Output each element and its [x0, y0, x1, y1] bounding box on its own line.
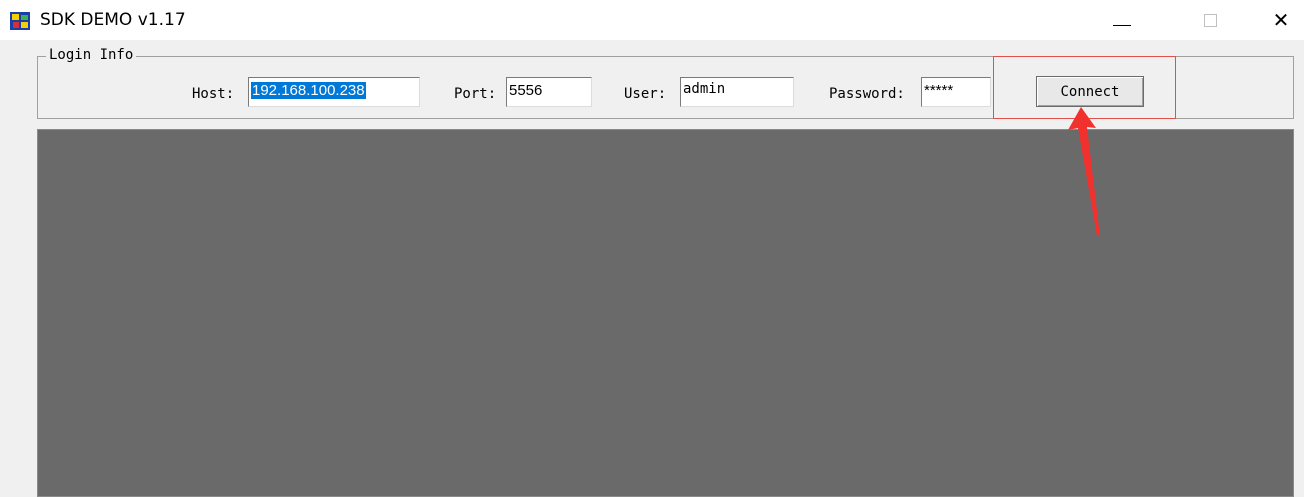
- window-title: SDK DEMO v1.17: [40, 10, 186, 30]
- close-icon: ✕: [1272, 8, 1290, 32]
- video-display-area[interactable]: [37, 129, 1294, 497]
- host-value: 192.168.100.238: [251, 82, 366, 99]
- password-value: *****: [924, 82, 954, 99]
- maximize-icon: [1203, 13, 1217, 27]
- connect-button[interactable]: Connect: [1036, 76, 1144, 107]
- window-edge: [0, 40, 8, 497]
- port-input[interactable]: 5556: [506, 77, 592, 107]
- password-input[interactable]: *****: [921, 77, 991, 107]
- user-input[interactable]: admin: [680, 77, 794, 107]
- minimize-icon: [1113, 24, 1131, 26]
- app-logo-icon: [10, 12, 30, 30]
- maximize-button[interactable]: [1187, 0, 1233, 40]
- password-label: Password:: [829, 86, 905, 102]
- port-value: 5556: [509, 82, 543, 99]
- host-input[interactable]: 192.168.100.238: [248, 77, 420, 107]
- host-label: Host:: [192, 86, 235, 102]
- close-button[interactable]: ✕: [1258, 0, 1304, 40]
- minimize-button[interactable]: [1099, 0, 1145, 40]
- login-info-legend: Login Info: [46, 47, 137, 63]
- user-label: User:: [624, 86, 667, 102]
- port-label: Port:: [454, 86, 497, 102]
- title-bar[interactable]: SDK DEMO v1.17 ✕: [0, 0, 1304, 40]
- user-value: admin: [683, 81, 726, 97]
